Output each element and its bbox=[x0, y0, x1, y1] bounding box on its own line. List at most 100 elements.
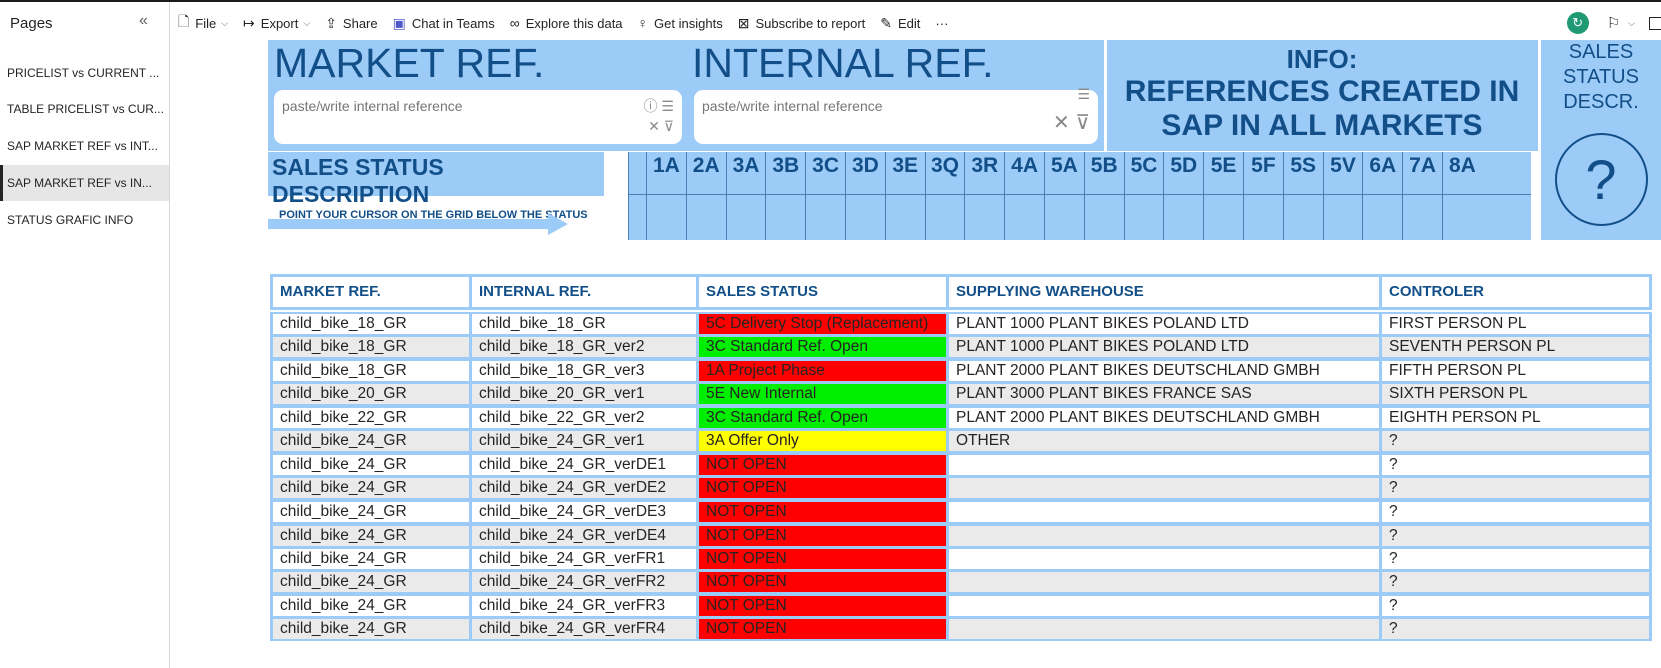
controler-cell: ? bbox=[1382, 478, 1649, 498]
more-icon: ··· bbox=[935, 15, 949, 31]
chat-in-teams-button[interactable]: ▣ Chat in Teams bbox=[393, 15, 495, 32]
table-row[interactable]: child_bike_18_GR child_bike_18_GR_ver3 1A … bbox=[270, 359, 1652, 383]
warehouse-cell bbox=[949, 502, 1379, 522]
status-grid-cell[interactable]: 3R bbox=[964, 152, 1004, 240]
internal-cell: child_bike_20_GR_ver1 bbox=[472, 384, 696, 404]
controler-cell: ? bbox=[1382, 431, 1649, 451]
bookmark-icon[interactable]: ⚐ bbox=[1607, 14, 1620, 32]
lightbulb-icon: ♀ bbox=[637, 15, 649, 31]
chevron-down-icon[interactable]: ⌵ bbox=[1628, 18, 1635, 29]
filter-icon[interactable]: ✕ ⊽ bbox=[648, 118, 674, 135]
subscribe-label: Subscribe to report bbox=[755, 15, 866, 31]
status-grid-cell[interactable]: 3Q bbox=[924, 152, 965, 240]
status-grid-cell[interactable]: 5C bbox=[1123, 152, 1164, 240]
status-grid-cell bbox=[628, 152, 646, 240]
status-cell: 3C Standard Ref. Open bbox=[699, 408, 946, 428]
column-header[interactable]: CONTROLER bbox=[1382, 277, 1649, 307]
page-item[interactable]: TABLE PRICELIST vs CUR... bbox=[0, 91, 169, 127]
column-header[interactable]: SUPPLYING WAREHOUSE bbox=[949, 277, 1379, 307]
warehouse-cell bbox=[949, 619, 1379, 639]
internal-cell: child_bike_24_GR_verDE4 bbox=[472, 526, 696, 546]
subscribe-button[interactable]: ⊠ Subscribe to report bbox=[738, 15, 866, 32]
controler-cell: ? bbox=[1382, 455, 1649, 475]
status-grid-cell[interactable]: 1A bbox=[646, 152, 686, 240]
market-cell: child_bike_18_GR bbox=[273, 314, 469, 334]
status-grid-cell[interactable]: 5S bbox=[1282, 152, 1323, 240]
status-grid-cell[interactable]: 5F bbox=[1243, 152, 1283, 240]
market-ref-title: MARKET REF. bbox=[274, 40, 545, 86]
status-grid-cell[interactable]: 7A bbox=[1402, 152, 1442, 240]
table-row[interactable]: child_bike_18_GR child_bike_18_GR 5C Deliv… bbox=[270, 312, 1652, 336]
info-icon[interactable]: ⓘ ☰ bbox=[644, 96, 674, 116]
explore-data-button[interactable]: ∞ Explore this data bbox=[510, 15, 623, 31]
table-row[interactable]: child_bike_18_GR child_bike_18_GR_ver2 3C … bbox=[270, 335, 1652, 359]
status-grid-cell[interactable]: 5B bbox=[1083, 152, 1124, 240]
table-row[interactable]: child_bike_24_GR child_bike_24_GR_verDE4 N… bbox=[270, 524, 1652, 548]
status-grid-cell[interactable]: 5A bbox=[1044, 152, 1084, 240]
sales-status-label: DESCR. bbox=[1563, 91, 1639, 113]
column-header[interactable]: SALES STATUS bbox=[699, 277, 946, 307]
collapse-icon[interactable]: « bbox=[139, 12, 148, 30]
action-bar: 🗋 File ⌵ ↦ Export ⌵ ⇪ Share ▣ Chat in Teams ∞ E… bbox=[178, 4, 963, 42]
view-icon[interactable] bbox=[1649, 16, 1661, 30]
table-row[interactable]: child_bike_22_GR child_bike_22_GR_ver2 3C … bbox=[270, 406, 1652, 430]
status-cell: 3A Offer Only bbox=[699, 431, 946, 451]
info-line: SAP IN ALL MARKETS bbox=[1161, 109, 1483, 142]
page-item[interactable]: PRICELIST vs CURRENT ... bbox=[0, 55, 169, 91]
controler-cell: SEVENTH PERSON PL bbox=[1382, 337, 1649, 357]
table-row[interactable]: child_bike_24_GR child_bike_24_GR_verFR4 N… bbox=[270, 617, 1652, 641]
table-row[interactable]: child_bike_24_GR child_bike_24_GR_verFR2 N… bbox=[270, 570, 1652, 594]
market-cell: child_bike_24_GR bbox=[273, 502, 469, 522]
status-grid-cell[interactable]: 2A bbox=[685, 152, 726, 240]
edit-button[interactable]: ✎ Edit bbox=[880, 15, 920, 32]
column-header[interactable]: INTERNAL REF. bbox=[472, 277, 696, 307]
sales-status-descr-panel: SALES STATUS DESCR. ? bbox=[1538, 40, 1661, 240]
status-code-label: 1A bbox=[652, 154, 680, 177]
status-grid-cell[interactable]: 5V bbox=[1322, 152, 1363, 240]
table-row[interactable]: child_bike_24_GR child_bike_24_GR_verFR3 N… bbox=[270, 594, 1652, 618]
status-grid-cell[interactable]: 5D bbox=[1163, 152, 1203, 240]
status-grid-cell[interactable]: 3D bbox=[845, 152, 885, 240]
refresh-icon[interactable]: ↻ bbox=[1566, 12, 1589, 34]
help-icon[interactable]: ? bbox=[1554, 133, 1648, 226]
status-grid-cell[interactable]: 4A bbox=[1004, 152, 1044, 240]
status-grid-cell[interactable]: 3E bbox=[884, 152, 925, 240]
file-menu[interactable]: 🗋 File ⌵ bbox=[178, 11, 228, 35]
export-menu[interactable]: ↦ Export ⌵ bbox=[243, 15, 310, 32]
list-icon[interactable]: ☰ bbox=[1077, 86, 1090, 103]
pencil-icon: ✎ bbox=[880, 14, 893, 31]
table-row[interactable]: child_bike_24_GR child_bike_24_GR_verDE1 N… bbox=[270, 453, 1652, 477]
internal-ref-search[interactable]: paste/write internal reference ☰ ✕ ⊽ bbox=[694, 86, 1098, 144]
status-grid-cell[interactable]: 3B bbox=[765, 152, 805, 240]
status-grid-cell[interactable]: 3C bbox=[805, 152, 845, 240]
page-item[interactable]: STATUS GRAFIC INFO bbox=[0, 202, 169, 238]
internal-cell: child_bike_24_GR_verFR4 bbox=[472, 619, 696, 639]
controler-cell: EIGHTH PERSON PL bbox=[1382, 408, 1649, 428]
column-header[interactable]: MARKET REF. bbox=[273, 277, 469, 307]
table-row[interactable]: child_bike_24_GR child_bike_24_GR_ver1 3A … bbox=[270, 429, 1652, 453]
table-row[interactable]: child_bike_24_GR child_bike_24_GR_verDE3 N… bbox=[270, 500, 1652, 524]
table-row[interactable]: child_bike_24_GR child_bike_24_GR_verDE2 N… bbox=[270, 476, 1652, 500]
table-header: MARKET REF. INTERNAL REF. SALES STATUS S… bbox=[270, 274, 1652, 310]
warehouse-cell bbox=[949, 596, 1379, 616]
status-grid-cell[interactable]: 6A bbox=[1362, 152, 1402, 240]
status-code-label: 4A bbox=[1011, 154, 1039, 177]
explore-label: Explore this data bbox=[525, 15, 623, 31]
status-grid-cell[interactable]: 5E bbox=[1203, 152, 1243, 240]
table-row[interactable]: child_bike_24_GR child_bike_24_GR_verFR1 N… bbox=[270, 547, 1652, 571]
clear-filter-icon[interactable]: ✕ ⊽ bbox=[1053, 110, 1090, 135]
warehouse-cell bbox=[949, 549, 1379, 569]
status-grid-cell[interactable]: 3A bbox=[725, 152, 766, 240]
page-item-active[interactable]: SAP MARKET REF vs IN... bbox=[0, 165, 169, 201]
page-item[interactable]: SAP MARKET REF vs INT... bbox=[0, 128, 169, 164]
status-cell: NOT OPEN bbox=[699, 549, 946, 569]
controler-cell: FIRST PERSON PL bbox=[1382, 314, 1649, 334]
status-grid-cell[interactable]: 8A bbox=[1442, 152, 1482, 240]
share-button[interactable]: ⇪ Share bbox=[325, 15, 377, 32]
controler-cell: SIXTH PERSON PL bbox=[1382, 384, 1649, 404]
get-insights-button[interactable]: ♀ Get insights bbox=[638, 15, 723, 31]
table-row[interactable]: child_bike_20_GR child_bike_20_GR_ver1 5E … bbox=[270, 382, 1652, 406]
more-options-button[interactable]: ··· bbox=[935, 16, 948, 31]
market-cell: child_bike_20_GR bbox=[273, 384, 469, 404]
market-ref-search[interactable]: paste/write internal reference ⓘ ☰ ✕ ⊽ bbox=[274, 90, 682, 144]
